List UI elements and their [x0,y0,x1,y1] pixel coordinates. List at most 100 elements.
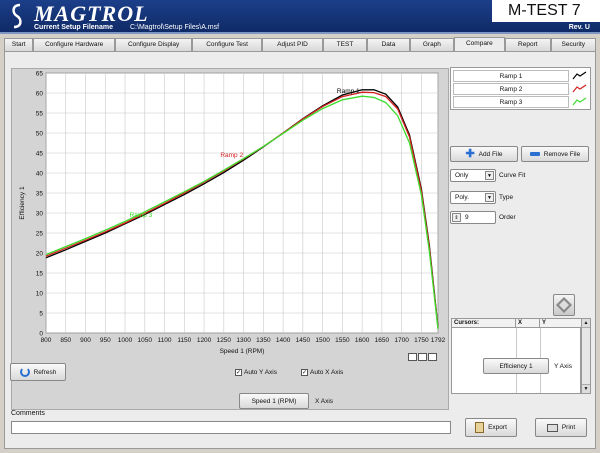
pan-icon[interactable] [418,353,427,361]
tab-start[interactable]: Start [4,38,34,51]
cursor-tool-icon[interactable] [428,353,437,361]
legend-swatch-ramp-2[interactable] [571,83,588,95]
tab-configure-test[interactable]: Configure Test [192,38,262,51]
add-file-label: Add File [478,150,503,158]
clipboard-icon [475,422,485,433]
fit-type-select[interactable]: Poly. ▼ [450,191,496,204]
x-tick-label: 900 [80,337,91,344]
curve-fit-label: Curve Fit [499,172,526,179]
add-file-button[interactable]: ✚ Add File [450,146,518,162]
order-input[interactable]: ⇕ 9 [450,211,496,224]
x-tick-label: 1650 [375,337,390,344]
refresh-button[interactable]: Refresh [10,363,66,381]
x-tick-label: 1400 [276,337,291,344]
x-axis-label: X Axis [315,398,334,405]
y-axis-label: Y Axis [554,363,572,370]
legend-item-ramp-3[interactable]: Ramp 3 [453,96,569,108]
type-label: Type [499,194,514,201]
y-tick-label: 15 [36,270,44,277]
zoom-icon[interactable] [408,353,417,361]
setup-filename-label: Current Setup Filename [34,24,113,31]
order-label: Order [499,214,516,221]
refresh-label: Refresh [33,368,57,376]
y-axis-select[interactable]: Efficiency 1 [483,358,549,374]
tab-data[interactable]: Data [366,38,411,51]
y-tick-label: 35 [36,190,44,197]
legend-item-ramp-2[interactable]: Ramp 2 [453,83,569,95]
efficiency-chart[interactable]: 800 850 900 950 1000 1050 1100 1150 1200 1250 1300… [11,68,449,410]
comments-input[interactable] [11,421,451,434]
comments-label: Comments [11,410,45,417]
series-annotation-ramp-3: Ramp 3 [129,212,152,219]
tab-compare[interactable]: Compare [453,37,506,51]
scroll-down-icon[interactable]: ▼ [582,384,590,393]
legend-item-ramp-1[interactable]: Ramp 1 [453,70,569,82]
tab-security[interactable]: Security [550,38,596,51]
series-annotation-ramp-2: Ramp 2 [220,152,243,159]
remove-file-button[interactable]: Remove File [521,146,589,162]
x-tick-label: 1600 [355,337,370,344]
printer-icon [546,423,558,432]
export-label: Export [488,424,507,431]
x-tick-label: 1300 [236,337,251,344]
diamond-icon [556,297,572,313]
x-tick-label: 1200 [197,337,212,344]
setup-filename-value: C:\Magtrol\Setup Files\A.msf [130,24,220,31]
cursor-table[interactable]: Cursors: X Y [451,318,582,394]
compare-panel: 800 850 900 950 1000 1050 1100 1150 1200 1250 1300… [4,51,596,449]
auto-x-axis-checkbox[interactable]: ✓ Auto X Axis [301,369,343,376]
export-button[interactable]: Export [465,418,517,437]
chevron-down-icon: ▼ [485,171,494,180]
y-tick-label: 40 [36,170,44,177]
print-label: Print [561,424,576,431]
tab-configure-hardware[interactable]: Configure Hardware [33,38,115,51]
checkbox-checked-icon: ✓ [235,369,242,376]
x-tick-label: 800 [41,337,52,344]
tab-configure-display[interactable]: Configure Display [114,38,193,51]
x-tick-label: 850 [60,337,71,344]
auto-y-axis-checkbox[interactable]: ✓ Auto Y Axis [235,369,277,376]
cursor-move-control[interactable] [553,294,575,316]
product-title: M-TEST 7 [492,0,600,22]
x-axis-select-value: Speed 1 (RPM) [251,397,297,405]
remove-file-label: Remove File [543,150,581,158]
scroll-up-icon[interactable]: ▲ [582,319,590,328]
x-tick-label: 1000 [118,337,133,344]
legend-swatch-ramp-3[interactable] [571,96,588,108]
y-tick-label: 5 [39,310,43,317]
curve-fit-mode-select[interactable]: Only ▼ [450,169,496,182]
chart-svg: 800 850 900 950 1000 1050 1100 1150 1200 1250 1300… [19,70,446,355]
y-tick-label: 45 [36,150,44,157]
chevron-down-icon: ▼ [485,193,494,202]
auto-x-axis-label: Auto X Axis [310,369,344,376]
y-axis-title: Efficiency 1 [19,186,26,220]
stepper-icon[interactable]: ⇕ [452,213,461,222]
x-tick-label: 1050 [138,337,153,344]
tab-graph[interactable]: Graph [410,38,454,51]
print-button[interactable]: Print [535,418,587,437]
x-tick-label: 1450 [296,337,311,344]
x-tick-label: 1550 [335,337,350,344]
plot-legend: Ramp 1 Ramp 2 Ramp 3 [450,67,591,110]
x-tick-label: 1250 [217,337,232,344]
x-tick-label: 950 [100,337,111,344]
cursor-header-name: Cursors: [452,319,516,328]
x-tick-label: 1500 [315,337,330,344]
tab-test[interactable]: TEST [323,38,367,51]
y-tick-label: 10 [36,290,44,297]
x-tick-label: 1350 [256,337,271,344]
series-annotation-ramp-1: Ramp 1 [337,88,360,95]
tab-bar: Start Configure Hardware Configure Displ… [4,37,596,52]
y-tick-label: 0 [39,330,43,337]
x-axis-select[interactable]: Speed 1 (RPM) [239,393,309,409]
cursor-table-scrollbar[interactable]: ▲ ▼ [581,318,591,394]
legend-swatch-ramp-1[interactable] [571,70,588,82]
tab-report[interactable]: Report [505,38,551,51]
tab-adjust-pid[interactable]: Adjust PID [261,38,324,51]
remove-icon [529,152,540,156]
cursor-header-x: X [516,319,540,328]
x-tick-label: 1150 [177,337,191,344]
plot-area [45,72,439,334]
magtrol-logo-icon [12,3,22,29]
order-value: 9 [465,214,469,221]
